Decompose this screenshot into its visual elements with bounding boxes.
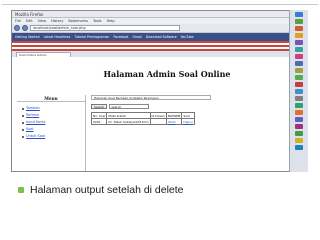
menu-link-label[interactable]: Tambah: [26, 105, 40, 112]
menu-item[interactable]: File: [15, 18, 21, 24]
slide: Mozilla Firefox File Edit View History Bookm…: [0, 0, 320, 240]
taskbar-app-icon[interactable]: [295, 47, 303, 52]
menu-link[interactable]: Input Kelas: [22, 119, 85, 126]
menu-heading: Menu: [17, 95, 85, 102]
bookmark-item[interactable]: Tutorial Pemrograman: [74, 35, 109, 39]
caption-text: Halaman output setelah di delete: [30, 184, 184, 196]
menu-item[interactable]: History: [51, 18, 63, 24]
menu-link[interactable]: Refresh: [22, 112, 85, 119]
menu-item[interactable]: Help: [107, 18, 115, 24]
menu-link[interactable]: Untuk Soal: [22, 133, 85, 140]
bullet-icon: [22, 135, 24, 138]
search-button[interactable]: Search: [91, 104, 108, 109]
content-area: Halaman Soal Berhasil di Delete Tersimpa…: [90, 95, 305, 125]
browser-screenshot: Mozilla Firefox File Edit View History Bookm…: [11, 10, 308, 172]
menu-link-label[interactable]: Untuk Soal: [26, 133, 45, 140]
bullet-icon: [22, 121, 24, 124]
slide-caption: Halaman output setelah di delete: [18, 184, 184, 196]
taskbar-app-icon[interactable]: [295, 82, 303, 87]
bookmarks-bar: Getting Started Latest Headlines Tutorial …: [12, 33, 307, 41]
page-title: Halaman Admin Soal Online: [103, 69, 231, 79]
taskbar-app-icon[interactable]: [295, 40, 303, 45]
menu-link-label[interactable]: Refresh: [26, 112, 39, 119]
menu-link[interactable]: Tambah: [22, 105, 85, 112]
slide-top-rule: [2, 4, 318, 5]
menu-list: Tambah Refresh Input Kelas Soal Untuk Soal: [17, 102, 85, 140]
taskbar-app-icon[interactable]: [295, 145, 303, 150]
taskbar-app-icon[interactable]: [295, 89, 303, 94]
menu-link-label[interactable]: Input Kelas: [26, 119, 45, 126]
bookmark-item[interactable]: Getting Started: [15, 35, 40, 39]
taskbar-app-icon[interactable]: [295, 26, 303, 31]
menu-item[interactable]: Edit: [26, 18, 33, 24]
menu-item[interactable]: View: [38, 18, 46, 24]
taskbar-app-icon[interactable]: [295, 117, 303, 122]
taskbar-app-icon[interactable]: [295, 54, 303, 59]
taskbar-app-icon[interactable]: [295, 61, 303, 66]
delete-link[interactable]: Hapus: [181, 118, 195, 125]
search-row: Search search: [91, 104, 305, 109]
menu-link-label[interactable]: Soal: [26, 126, 33, 133]
bookmark-item[interactable]: Download Software: [146, 35, 177, 39]
bookmark-item[interactable]: Gmail: [132, 35, 141, 39]
taskbar-strip: [289, 10, 308, 172]
tab-admin[interactable]: Soal Online Admin: [16, 52, 71, 57]
bullet-icon: [18, 187, 24, 193]
taskbar-app-icon[interactable]: [295, 103, 303, 108]
menu-sidebar: Menu Tambah Refresh Input Kelas Soal Untuk S…: [17, 95, 86, 171]
table-cell: [149, 118, 167, 125]
address-bar: localhost/soal/admin_soal.php: [12, 24, 307, 33]
bullet-icon: [22, 114, 24, 117]
taskbar-app-icon[interactable]: [295, 96, 303, 101]
taskbar-app-icon[interactable]: [295, 138, 303, 143]
taskbar-app-icon[interactable]: [295, 131, 303, 136]
menu-item[interactable]: Tools: [93, 18, 102, 24]
bookmark-item[interactable]: Facebook: [113, 35, 128, 39]
bookmark-item[interactable]: Latest Headlines: [44, 35, 71, 39]
menu-item[interactable]: Bookmarks: [68, 18, 88, 24]
bullet-icon: [22, 107, 24, 110]
table-cell: 0001: [90, 118, 108, 125]
menu-link[interactable]: Soal: [22, 126, 85, 133]
taskbar-app-icon[interactable]: [295, 110, 303, 115]
back-icon[interactable]: [14, 25, 20, 31]
bullet-icon: [22, 128, 24, 131]
forward-icon[interactable]: [22, 25, 28, 31]
window-title: Mozilla Firefox: [12, 11, 307, 18]
taskbar-app-icon[interactable]: [295, 12, 303, 17]
page-body: Menu Tambah Refresh Input Kelas Soal Untuk S…: [12, 79, 307, 171]
taskbar-app-icon[interactable]: [295, 19, 303, 24]
table-row: 0001 Dr. Tazuk Sulistyadi,M.Kom Ubah Hapus: [90, 118, 195, 125]
search-input[interactable]: search: [109, 104, 150, 109]
taskbar-app-icon[interactable]: [295, 75, 303, 80]
taskbar-app-icon[interactable]: [295, 33, 303, 38]
status-message: Halaman Soal Berhasil di Delete Tersimpa…: [91, 95, 211, 100]
tab-bar: Soal Online Admin: [12, 51, 307, 57]
edit-link[interactable]: Ubah: [165, 118, 183, 125]
page-banner-stripes: [12, 41, 307, 51]
table-cell: Dr. Tazuk Sulistyadi,M.Kom: [106, 118, 151, 125]
taskbar-app-icon[interactable]: [295, 68, 303, 73]
soal-table: No. Soal Mata Kuliah Id Dosen NIP/NPM Soal 0…: [90, 112, 195, 125]
taskbar-app-icon[interactable]: [295, 124, 303, 129]
url-field[interactable]: localhost/soal/admin_soal.php: [30, 25, 180, 31]
bookmark-item[interactable]: YouTube: [181, 35, 194, 39]
